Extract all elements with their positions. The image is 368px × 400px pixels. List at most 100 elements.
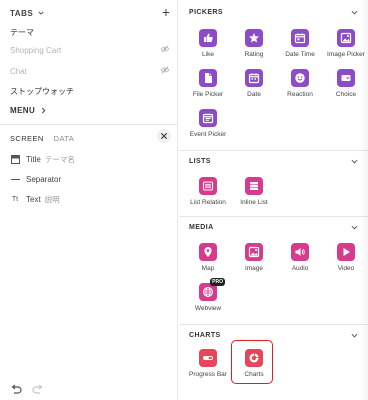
speaker-icon (291, 243, 309, 261)
component-label: Event Picker (189, 131, 227, 138)
component-date[interactable]: Date (231, 68, 277, 108)
tab-item-label: ストップウォッチ (10, 86, 74, 96)
calendar-clock-icon (291, 29, 309, 47)
component-image[interactable]: Image (231, 242, 277, 282)
left-panel: TABS + テーマ Shopping Cart Chat ストップウォッチ M… (0, 0, 178, 400)
component-date-time[interactable]: Date Time (277, 28, 323, 68)
section-charts-header[interactable]: CHARTS (179, 324, 368, 346)
selection-highlight (231, 340, 273, 384)
component-row-text[interactable]: Tt Text 説明 (10, 192, 60, 206)
component-label: Inline List (240, 199, 268, 206)
screen-tabs: SCREEN DATA (10, 132, 74, 144)
component-label: Reaction (287, 91, 313, 98)
components-panel: PICKERS Like Rating Date Time Image Pick… (179, 0, 368, 400)
tab-data[interactable]: DATA (54, 134, 75, 143)
component-sub: テーマ名 (44, 154, 75, 164)
component-label: Map (201, 265, 215, 272)
tab-item[interactable]: テーマ (10, 25, 170, 39)
title-icon (10, 154, 20, 164)
component-inline-list[interactable]: Inline List (231, 176, 277, 216)
menu-title: MENU (10, 105, 36, 115)
section-media-header[interactable]: MEDIA (179, 216, 368, 238)
chevron-down-icon[interactable] (351, 225, 358, 230)
component-list-relation[interactable]: List Relation (185, 176, 231, 216)
component-progress-bar[interactable]: Progress Bar (185, 348, 231, 388)
section-title: LISTS (189, 158, 211, 165)
panel-edge-shadow (360, 0, 368, 400)
component-file-picker[interactable]: File Picker (185, 68, 231, 108)
component-label: Image (244, 265, 264, 272)
map-pin-icon (199, 243, 217, 261)
component-label: Like (202, 51, 214, 58)
image-icon (245, 243, 263, 261)
tab-item[interactable]: ストップウォッチ (10, 84, 170, 98)
component-audio[interactable]: Audio (277, 242, 323, 282)
section-lists-header[interactable]: LISTS (179, 150, 368, 172)
component-label: Audio (291, 265, 309, 272)
calendar-icon (245, 69, 263, 87)
chevron-right-icon (42, 107, 46, 113)
like-icon (199, 29, 217, 47)
add-tab-icon[interactable]: + (162, 5, 170, 19)
chevron-down-icon[interactable] (351, 159, 358, 164)
pickers-row: File Picker Date Reaction Choice (185, 68, 368, 108)
component-like[interactable]: Like (185, 28, 231, 68)
play-icon (337, 243, 355, 261)
component-event-picker[interactable]: Event Picker (185, 108, 231, 148)
event-calendar-icon (199, 109, 217, 127)
menu-header[interactable]: MENU (10, 104, 46, 116)
media-row: PRO Webview (185, 278, 231, 322)
component-row-separator[interactable]: Separator (10, 172, 61, 186)
pro-badge: PRO (210, 278, 225, 286)
choice-icon (337, 69, 355, 87)
component-label: Date (247, 91, 261, 98)
chevron-down-icon[interactable] (351, 333, 358, 338)
tab-item-label: Chat (10, 66, 27, 76)
component-row-title[interactable]: Title テーマ名 (10, 152, 75, 166)
chevron-down-icon[interactable] (38, 10, 44, 16)
section-title: CHARTS (189, 332, 221, 339)
component-map[interactable]: Map (185, 242, 231, 282)
globe-icon: PRO (199, 278, 225, 301)
component-label: Progress Bar (189, 371, 227, 378)
smiley-icon (291, 69, 309, 87)
eye-hidden-icon[interactable] (160, 45, 170, 53)
section-title: MEDIA (189, 224, 214, 231)
star-icon (245, 29, 263, 47)
component-name: Separator (26, 174, 62, 184)
component-label: Choice (335, 91, 357, 98)
redo-icon[interactable] (32, 384, 44, 394)
lists-row: List Relation Inline List (185, 176, 277, 216)
section-pickers-header[interactable]: PICKERS (179, 2, 368, 24)
component-webview[interactable]: PRO Webview (185, 278, 231, 322)
component-label: File Picker (192, 91, 224, 98)
component-label: Webview (194, 305, 222, 312)
component-label: Rating (244, 51, 264, 58)
component-label: List Relation (190, 199, 226, 206)
tabs-header[interactable]: TABS + (10, 5, 170, 20)
divider (0, 124, 178, 125)
component-rating[interactable]: Rating (231, 28, 277, 68)
section-title: PICKERS (189, 9, 223, 16)
chevron-down-icon[interactable] (351, 10, 358, 15)
tab-screen[interactable]: SCREEN (10, 134, 44, 143)
close-icon[interactable] (157, 129, 171, 143)
pickers-row: Like Rating Date Time Image Picker (185, 28, 368, 68)
progress-bar-icon (199, 349, 217, 367)
component-label: Video (337, 265, 355, 272)
list-relation-icon (199, 177, 217, 195)
eye-hidden-icon[interactable] (160, 66, 170, 74)
tabs-title: TABS (10, 8, 34, 18)
text-icon: Tt (11, 195, 19, 203)
undo-icon[interactable] (10, 384, 22, 394)
tab-item-label: テーマ (10, 27, 34, 37)
file-icon (199, 69, 217, 87)
tab-item[interactable]: Chat (10, 64, 170, 78)
media-row: Map Image Audio Video (185, 242, 368, 282)
tab-item[interactable]: Shopping Cart (10, 43, 170, 57)
component-name: Title (26, 154, 41, 164)
tab-item-label: Shopping Cart (10, 45, 62, 55)
pickers-row: Event Picker (185, 108, 231, 148)
component-reaction[interactable]: Reaction (277, 68, 323, 108)
component-sub: 説明 (44, 194, 60, 204)
